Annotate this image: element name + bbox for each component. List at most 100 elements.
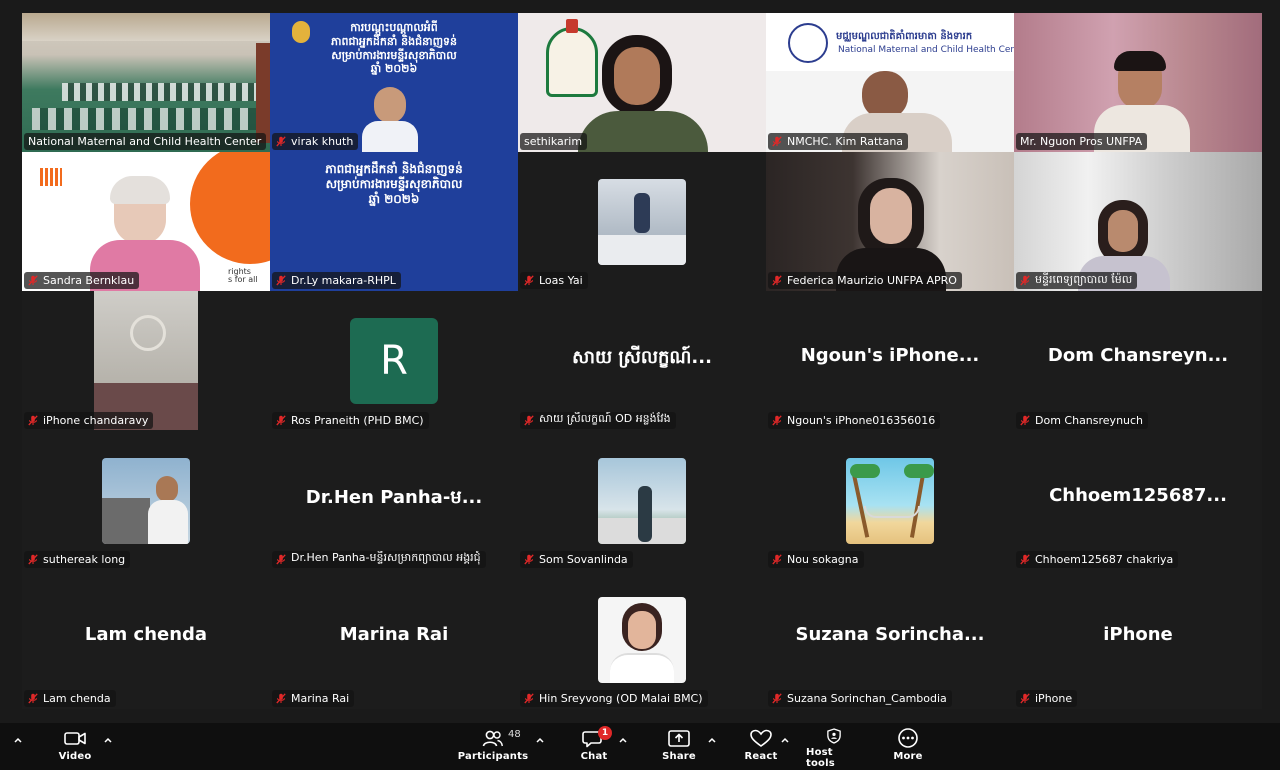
name-tag: Marina Rai (272, 689, 355, 707)
participant-name: Chhoem125687 chakriya (1035, 552, 1174, 566)
participant-display-name: Chhoem125687... (1049, 484, 1227, 506)
mic-muted-icon (524, 275, 534, 286)
participant-tile[interactable]: Lam chenda Lam chenda (22, 569, 270, 709)
mic-muted-icon (276, 414, 286, 426)
nmchc-logo-icon (788, 23, 828, 63)
participant-tile[interactable]: សាយ ស្រីលក្ខណ៍... សាយ ស្រីលក្ខណ៍ OD អន្លង… (518, 291, 766, 431)
participants-button[interactable]: Participants 48 (458, 727, 528, 769)
name-tag: Som Sovanlinda (520, 550, 633, 568)
chat-button[interactable]: Chat 1 (578, 726, 612, 769)
participant-tile[interactable]: Chhoem125687... Chhoem125687 chakriya (1014, 430, 1262, 570)
share-button[interactable]: Share (662, 727, 696, 769)
participants-count: 48 (508, 729, 521, 740)
name-tag: iPhone (1016, 689, 1078, 707)
conference-room-video (22, 13, 270, 153)
participant-tile[interactable]: Dom Chansreyn... Dom Chansreynuch (1014, 291, 1262, 431)
participant-tile[interactable]: ការបណ្តុះបណ្តាលអំពី ភាពជាអ្នកដឹកនាំ និងជំ… (270, 13, 518, 153)
audio-options-caret-icon[interactable] (13, 735, 23, 745)
react-options-caret-icon[interactable] (780, 735, 790, 745)
video-options-caret-icon[interactable] (103, 735, 113, 745)
participant-tile[interactable]: Marina Rai Marina Rai (270, 569, 518, 709)
name-tag: Dom Chansreynuch (1016, 411, 1149, 429)
participant-video (22, 291, 270, 431)
profile-photo (598, 457, 686, 544)
host-tools-button[interactable]: Host tools (806, 727, 862, 769)
participant-video (1014, 13, 1262, 153)
avatar: R (350, 318, 438, 405)
name-tag: virak khuth (272, 133, 359, 151)
video-label: Video (58, 751, 92, 762)
mic-muted-icon (1020, 554, 1030, 565)
more-dots-icon (898, 728, 918, 748)
participant-tile[interactable]: Loas Yai (518, 152, 766, 292)
participant-tile[interactable]: rights s for all Sandra Bernklau (22, 152, 270, 292)
mic-muted-icon (1020, 414, 1030, 426)
name-tag: Lam chenda (24, 689, 116, 707)
participant-tile[interactable]: Ngoun's iPhone... Ngoun's iPhone016356016 (766, 291, 1014, 431)
profile-photo (598, 596, 686, 683)
participant-display-name: Marina Rai (339, 623, 449, 645)
video-gallery: National Maternal and Child Health Cente… (22, 13, 1262, 709)
name-tag: Federica Maurizio UNFPA APRO (768, 272, 962, 290)
react-label: React (744, 751, 778, 762)
participant-tile[interactable]: ភាពជាអ្នកដឹកនាំ និងជំនាញទន់ សម្រាប់ការងារ… (270, 152, 518, 292)
participant-tile[interactable]: Dr.Hen Panha-ម... Dr.Hen Panha-មន្ទីរសម្រ… (270, 430, 518, 570)
mic-muted-icon (1020, 693, 1030, 704)
name-tag: Nou sokagna (768, 550, 864, 568)
participant-name: iPhone (1035, 691, 1073, 705)
mic-muted-icon (772, 275, 782, 286)
more-button[interactable]: More (891, 727, 925, 769)
participant-name: NMCHC. Kim Rattana (787, 135, 904, 149)
heart-icon (750, 729, 772, 747)
name-tag: NMCHC. Kim Rattana (768, 133, 909, 151)
shield-icon (827, 728, 841, 744)
participant-name: មន្ទីរពេទ្យព្យាបាល ម៉ែល (1035, 272, 1133, 286)
video-button[interactable]: Video (58, 727, 92, 769)
react-button[interactable]: React (744, 727, 778, 769)
participant-video (766, 152, 1014, 292)
participant-tile[interactable]: sethikarim (518, 13, 766, 153)
participant-tile[interactable]: Hin Sreyvong (OD Malai BMC) (518, 569, 766, 709)
mic-muted-icon (276, 693, 286, 704)
mic-muted-icon (276, 136, 286, 147)
name-tag: Hin Sreyvong (OD Malai BMC) (520, 689, 708, 707)
participant-tile[interactable]: Som Sovanlinda (518, 430, 766, 570)
participant-tile[interactable]: Mr. Nguon Pros UNFPA (1014, 13, 1262, 153)
mic-muted-icon (772, 414, 782, 426)
share-options-caret-icon[interactable] (707, 735, 717, 745)
participant-tile[interactable]: មជ្ឈមណ្ឌលជាតិគាំពារមាតា និងទារក National … (766, 13, 1014, 153)
participant-name: Federica Maurizio UNFPA APRO (787, 274, 957, 288)
participant-name: Marina Rai (291, 691, 350, 705)
participant-tile[interactable]: Nou sokagna (766, 430, 1014, 570)
participant-display-name: Lam chenda (84, 623, 208, 645)
mic-muted-icon (772, 136, 782, 147)
participant-tile[interactable]: iPhone iPhone (1014, 569, 1262, 709)
profile-photo (102, 457, 190, 544)
participant-name: សាយ ស្រីលក្ខណ៍ OD អន្លង់វែង (539, 412, 671, 426)
participant-name: sethikarim (524, 135, 583, 149)
participant-tile[interactable]: R Ros Praneith (PHD BMC) (270, 291, 518, 431)
participants-options-caret-icon[interactable] (535, 735, 545, 745)
name-tag: Dr.Hen Panha-មន្ទីរសម្រាកព្យាបាល អង្គរជុ… (272, 550, 486, 568)
mic-muted-icon (28, 275, 38, 286)
participant-name: Som Sovanlinda (539, 552, 628, 566)
participant-tile[interactable]: មន្ទីរពេទ្យព្យាបាល ម៉ែល (1014, 152, 1262, 292)
participant-name: virak khuth (291, 135, 354, 149)
participant-name: Mr. Nguon Pros UNFPA (1020, 135, 1143, 149)
name-tag: Ngoun's iPhone016356016 (768, 411, 941, 429)
chat-unread-badge: 1 (598, 726, 612, 740)
host-tools-label: Host tools (806, 747, 835, 769)
participant-tile[interactable]: iPhone chandaravy (22, 291, 270, 431)
name-tag: sethikarim (520, 133, 588, 151)
participant-tile[interactable]: suthereak long (22, 430, 270, 570)
participant-name: Suzana Sorinchan_Cambodia (787, 691, 947, 705)
participant-tile[interactable]: Federica Maurizio UNFPA APRO (766, 152, 1014, 292)
mic-muted-icon (276, 554, 286, 565)
participant-name: Ngoun's iPhone016356016 (787, 413, 936, 427)
participant-name: Loas Yai (539, 274, 583, 288)
participant-video (1014, 152, 1262, 292)
slide-video: ការបណ្តុះបណ្តាលអំពី ភាពជាអ្នកដឹកនាំ និងជំ… (270, 13, 518, 153)
participant-tile[interactable]: National Maternal and Child Health Cente… (22, 13, 270, 153)
chat-options-caret-icon[interactable] (618, 735, 628, 745)
participant-tile[interactable]: Suzana Sorincha... Suzana Sorinchan_Cambo… (766, 569, 1014, 709)
